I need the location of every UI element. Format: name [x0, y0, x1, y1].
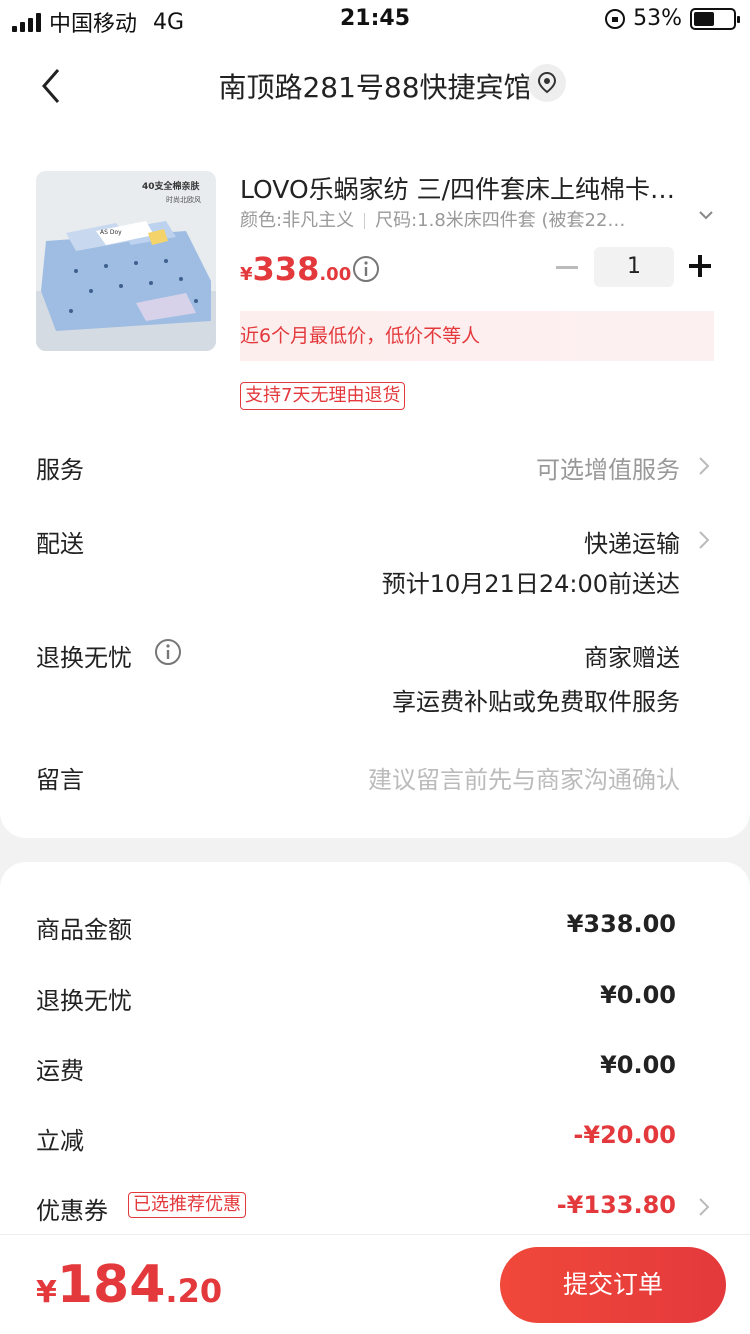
- location-pin-icon[interactable]: [528, 64, 566, 102]
- product-spec[interactable]: 颜色:非凡主义 尺码:1.8米床四件套 (被套22…: [240, 206, 700, 232]
- price-integer: 338: [252, 250, 320, 288]
- chevron-down-icon[interactable]: [698, 208, 714, 222]
- battery-fill: [694, 11, 715, 26]
- chevron-right-icon[interactable]: [698, 530, 710, 550]
- coupon-tag: 已选推荐优惠: [128, 1192, 246, 1218]
- total-symbol: ¥: [36, 1275, 57, 1310]
- quantity-decrease-button[interactable]: [556, 266, 578, 269]
- image-caption-3: AS Doy: [100, 229, 122, 236]
- chevron-right-icon[interactable]: [698, 456, 710, 476]
- shipping-label: 运费: [36, 1057, 84, 1085]
- service-label: 服务: [36, 456, 84, 484]
- product-color: 颜色:非凡主义: [240, 210, 355, 231]
- product-size: 尺码:1.8米床四件套 (被套22…: [375, 210, 626, 231]
- price-decimal: .00: [319, 264, 352, 285]
- return-service-value: 商家赠送: [584, 644, 680, 672]
- discount-label: 立减: [36, 1127, 84, 1155]
- discount-value: -¥20.00: [573, 1121, 676, 1149]
- price-summary-card: 商品金额 ¥338.00 退换无忧 ¥0.00 运费 ¥0.00 立减 -¥20…: [0, 862, 750, 1262]
- delivery-value[interactable]: 快递运输: [584, 524, 680, 559]
- return-fee-label: 退换无忧: [36, 987, 132, 1015]
- product-price: ¥338.00: [240, 250, 351, 288]
- goods-amount-value: ¥338.00: [566, 910, 676, 938]
- service-value[interactable]: 可选增值服务: [536, 450, 680, 485]
- total-price: ¥184.20: [36, 1255, 222, 1315]
- page-title: 南顶路281号88快捷宾馆: [218, 71, 532, 104]
- price-info-icon[interactable]: [352, 255, 380, 283]
- quantity-input[interactable]: 1: [594, 247, 674, 287]
- delivery-label: 配送: [36, 530, 84, 558]
- battery-percent: 53%: [633, 6, 682, 31]
- submit-order-button[interactable]: 提交订单: [500, 1247, 726, 1323]
- info-icon[interactable]: [154, 638, 182, 666]
- rotation-lock-icon: [605, 8, 626, 29]
- coupon-value[interactable]: -¥133.80: [557, 1191, 676, 1219]
- order-card: 40支全棉亲肤 时尚北欧风 AS Doy LOVO乐蜗家纺 三/四件套床上纯棉卡…: [0, 130, 750, 838]
- total-decimal: .20: [165, 1272, 223, 1310]
- header: 南顶路281号88快捷宾馆: [0, 40, 750, 130]
- goods-amount-label: 商品金额: [36, 916, 132, 944]
- spec-divider: [364, 213, 366, 229]
- status-right: 53%: [605, 6, 740, 31]
- delivery-eta: 预计10月21日24:00前送达: [381, 570, 680, 598]
- image-caption-1: 40支全棉亲肤: [142, 182, 200, 192]
- quantity-increase-button[interactable]: [689, 255, 711, 277]
- price-symbol: ¥: [240, 264, 253, 285]
- lowest-price-banner: 近6个月最低价，低价不等人: [240, 311, 714, 361]
- return-service-label: 退换无忧: [36, 644, 132, 672]
- message-label: 留言: [36, 766, 84, 794]
- bottom-bar: ¥184.20 提交订单: [0, 1234, 750, 1334]
- return-policy-tag: 支持7天无理由退货: [240, 382, 406, 410]
- shipping-value: ¥0.00: [600, 1051, 676, 1079]
- total-integer: 184: [56, 1255, 166, 1315]
- chevron-right-icon[interactable]: [698, 1197, 710, 1217]
- product-image[interactable]: 40支全棉亲肤 时尚北欧风 AS Doy: [36, 171, 216, 351]
- return-service-sub: 享运费补贴或免费取件服务: [392, 688, 680, 716]
- message-input[interactable]: 建议留言前先与商家沟通确认: [368, 760, 680, 795]
- battery-icon: [690, 7, 740, 30]
- product-title[interactable]: LOVO乐蜗家纺 三/四件套床上纯棉卡…: [240, 170, 710, 206]
- status-bar: 中国移动 4G 21:45 53%: [0, 0, 750, 40]
- coupon-label: 优惠券: [36, 1197, 108, 1225]
- return-fee-value: ¥0.00: [600, 981, 676, 1009]
- image-caption-2: 时尚北欧风: [166, 196, 201, 204]
